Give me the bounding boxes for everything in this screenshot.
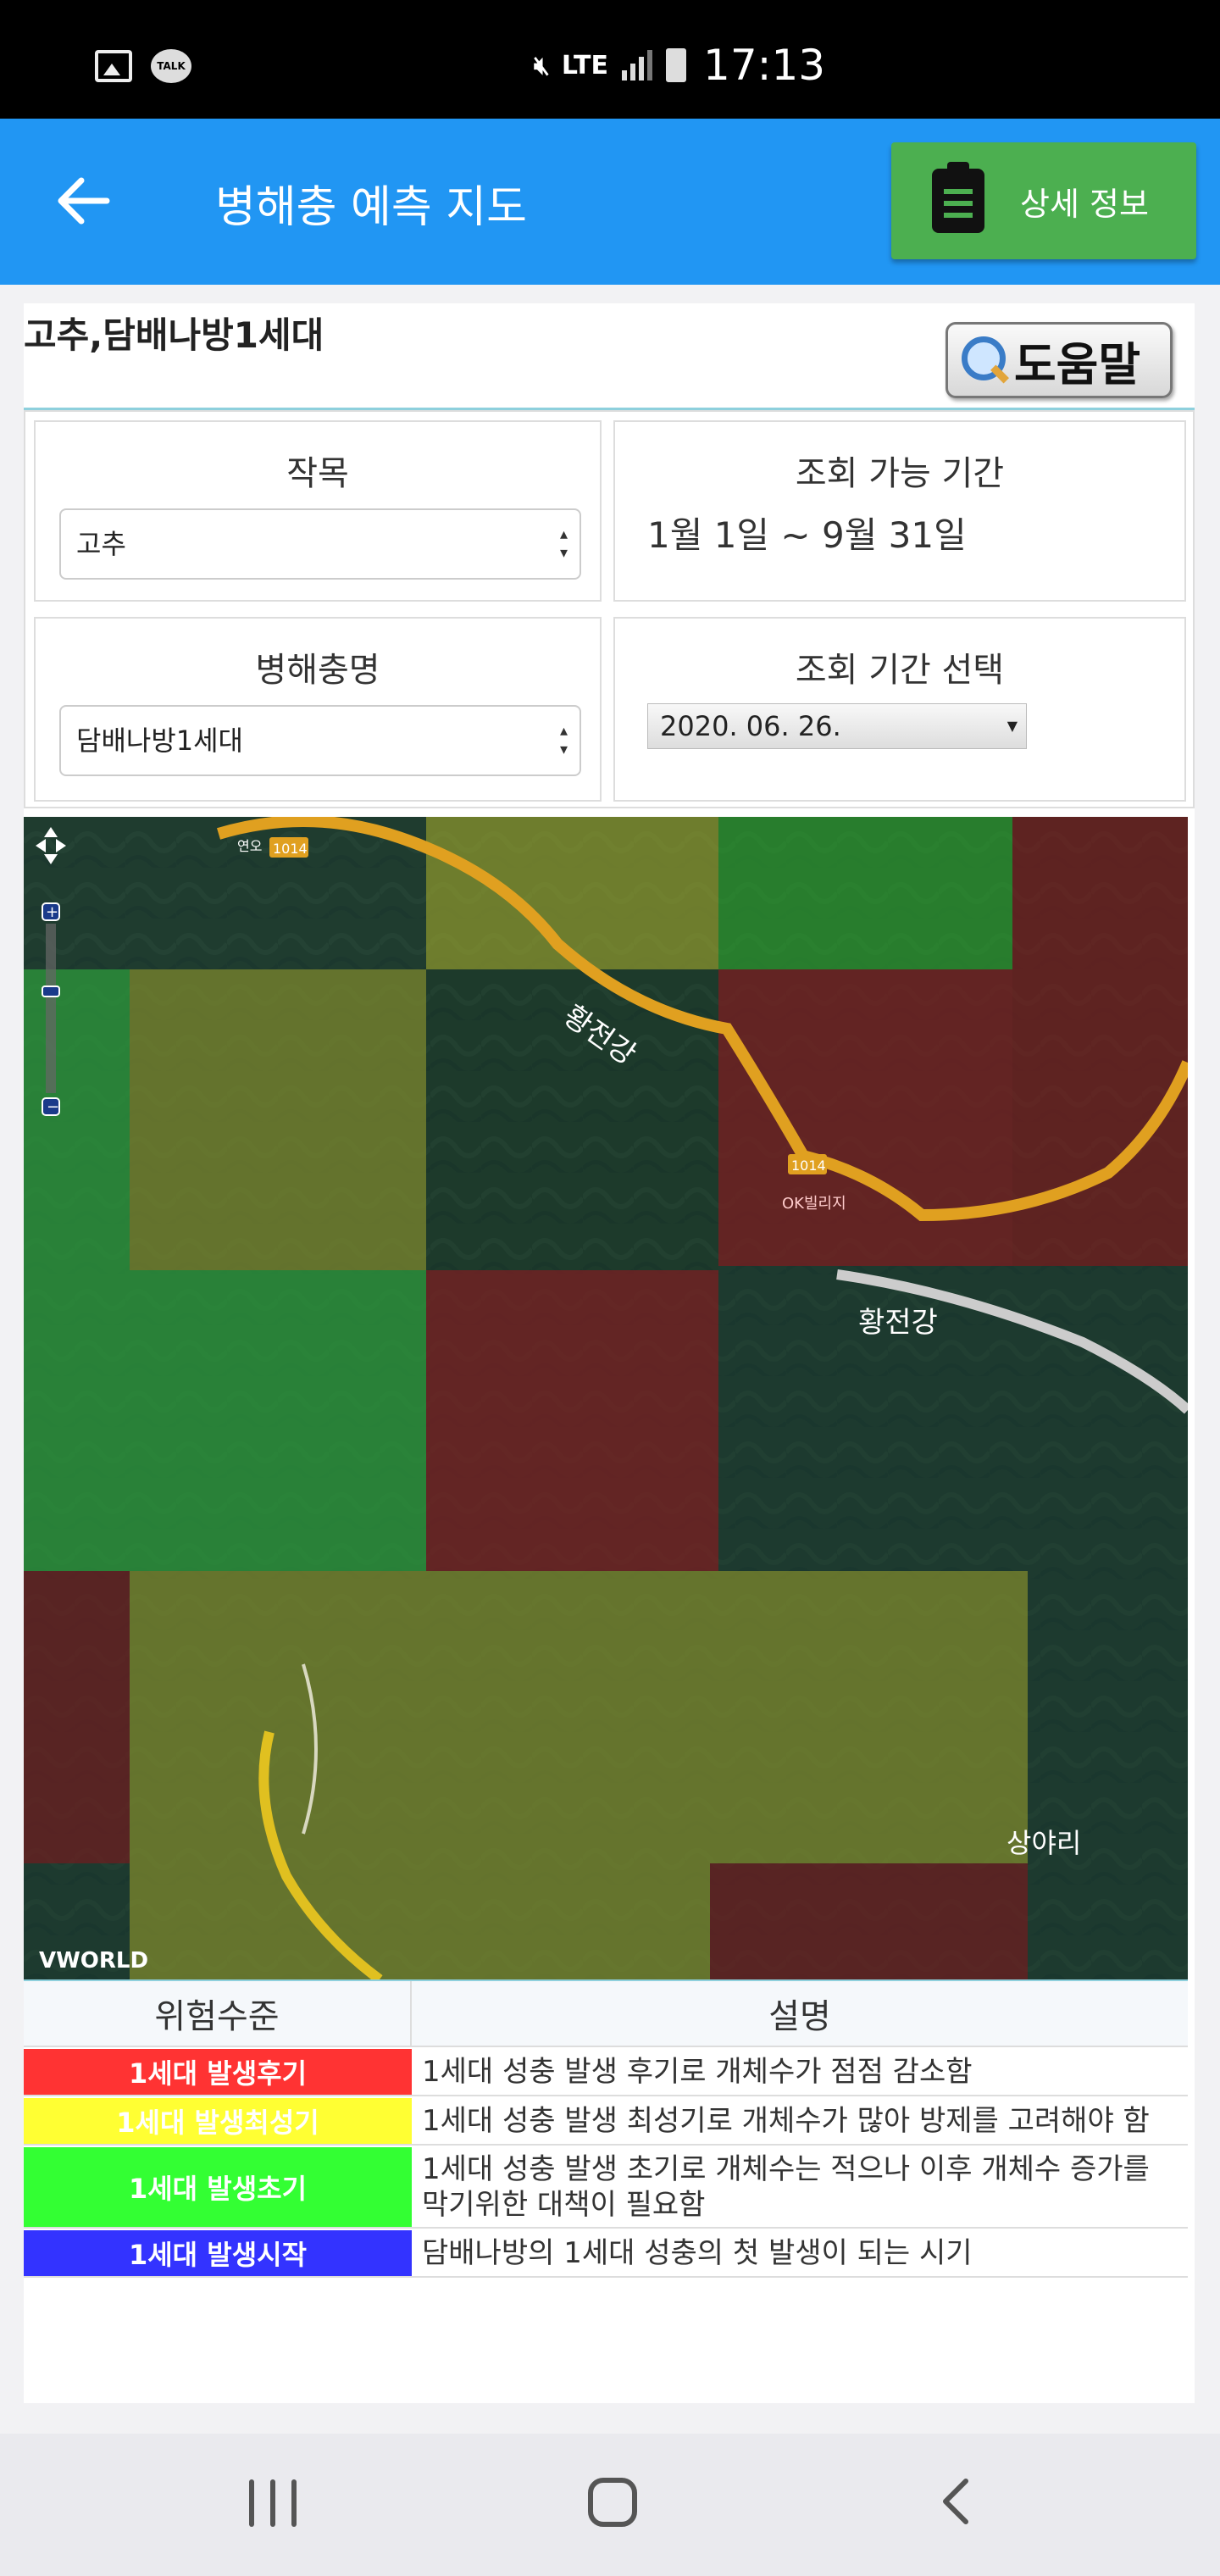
status-bar: TALK 🔇︎ LTE 17:13 [0, 0, 1220, 119]
available-period-value: 1월 1일 ~ 9월 31일 [647, 514, 967, 556]
date-select-value: 2020. 06. 26. [660, 710, 841, 742]
legend-row: 1세대 발생최성기 1세대 성충 발생 최성기로 개체수가 많아 방제를 고려해… [24, 2098, 1188, 2146]
legend-header: 위험수준 설명 [24, 1979, 1188, 2047]
road-number-text: 1014 [791, 1158, 826, 1174]
svg-text:+: + [46, 903, 58, 921]
clock: 17:13 [703, 41, 826, 90]
place-label-small: 연오 [237, 838, 262, 854]
grid-cell [718, 969, 1012, 1266]
pan-left-icon[interactable] [36, 839, 46, 852]
magnifier-icon [960, 336, 1007, 384]
header-row: 고추,담배나방1세대 도움말 [24, 303, 1195, 410]
pest-select-value: 담배나방1세대 [76, 724, 243, 757]
grid-cell [130, 969, 426, 1270]
select-arrows-icon: ▴ ▾ [559, 722, 568, 758]
talk-icon: TALK [151, 49, 191, 83]
crop-cell: 작목 고추 ▴ ▾ [34, 420, 602, 602]
back-icon[interactable] [932, 2476, 983, 2527]
pan-down-icon[interactable] [44, 854, 58, 864]
crop-select-value: 고추 [76, 528, 126, 560]
pest-label: 병해충명 [255, 651, 380, 690]
system-icons: 🔇︎ LTE 17:13 [534, 41, 825, 90]
detail-info-label: 상세 정보 [1020, 185, 1149, 223]
signal-icon [622, 50, 653, 80]
legend-desc: 1세대 성충 발생 초기로 개체수는 적으나 이후 개체수 증가를 막기위한 대… [422, 2152, 1150, 2222]
legend-level: 1세대 발생초기 [24, 2147, 412, 2227]
pest-select[interactable]: 담배나방1세대 ▴ ▾ [59, 705, 581, 776]
legend-level: 1세대 발생최성기 [24, 2098, 412, 2144]
clipboard-icon [932, 162, 984, 233]
zoom-handle[interactable] [42, 985, 60, 997]
app-bar: 병해충 예측 지도 상세 정보 [0, 119, 1220, 285]
help-button[interactable]: 도움말 [946, 322, 1173, 398]
crop-pest-title: 고추,담배나방1세대 [24, 314, 324, 356]
help-label: 도움말 [1014, 337, 1141, 391]
grid-cell [718, 817, 1012, 969]
grid-cell [718, 1266, 1188, 1571]
detail-info-button[interactable]: 상세 정보 [891, 142, 1196, 259]
village-label: OK빌리지 [782, 1195, 846, 1213]
grid-cell [130, 1863, 710, 1979]
zoom-control[interactable]: + − [34, 825, 68, 1181]
crop-label: 작목 [286, 454, 349, 493]
legend-header-desc: 설명 [768, 1997, 831, 2036]
legend-row: 1세대 발생초기 1세대 성충 발생 초기로 개체수는 적으나 이후 개체수 증… [24, 2147, 1188, 2229]
notification-icons: TALK [95, 49, 191, 83]
content-panel: 고추,담배나방1세대 도움말 작목 고추 ▴ ▾ 조회 가능 기간 1월 1일 ~… [24, 303, 1195, 2403]
map-canvas[interactable]: 1014 1014 황전강 황전강 OK빌리지 상야리 VWORLD 연오 [24, 817, 1188, 1979]
period-select-cell: 조회 기간 선택 2020. 06. 26. ▼ [613, 617, 1186, 802]
zoom-slider[interactable] [46, 924, 56, 1093]
legend-desc: 1세대 성충 발생 후기로 개체수가 점점 감소함 [422, 2055, 973, 2089]
pest-cell: 병해충명 담배나방1세대 ▴ ▾ [34, 617, 602, 802]
grid-cell [24, 817, 426, 969]
available-period-label: 조회 가능 기간 [795, 454, 1005, 493]
risk-map[interactable]: 1014 1014 황전강 황전강 OK빌리지 상야리 VWORLD 연오 + … [24, 817, 1188, 1979]
grid-cell [710, 1863, 1028, 1979]
legend-level: 1세대 발생시작 [24, 2230, 412, 2276]
lte-icon: LTE [561, 50, 609, 80]
back-arrow-icon[interactable] [54, 171, 114, 230]
place-label: 상야리 [1006, 1827, 1081, 1859]
grid-cell [426, 817, 718, 969]
legend-row: 1세대 발생후기 1세대 성충 발생 후기로 개체수가 점점 감소함 [24, 2049, 1188, 2096]
risk-legend: 위험수준 설명 1세대 발생후기 1세대 성충 발생 후기로 개체수가 점점 감… [24, 1979, 1188, 2278]
dropdown-arrow-icon: ▼ [1006, 718, 1018, 734]
available-period-cell: 조회 가능 기간 1월 1일 ~ 9월 31일 [613, 420, 1186, 602]
legend-desc: 담배나방의 1세대 성충의 첫 발생이 되는 시기 [422, 2236, 973, 2270]
date-select[interactable]: 2020. 06. 26. ▼ [647, 703, 1027, 749]
grid-cell [1028, 1571, 1188, 1979]
crop-select[interactable]: 고추 ▴ ▾ [59, 508, 581, 580]
legend-desc: 1세대 성충 발생 최성기로 개체수가 많아 방제를 고려해야 함 [422, 2104, 1150, 2138]
road-number-text: 1014 [273, 841, 308, 857]
gallery-icon [95, 50, 132, 82]
legend-header-level: 위험수준 [24, 1981, 412, 2046]
page-title: 병해충 예측 지도 [215, 182, 527, 233]
legend-row: 1세대 발생시작 담배나방의 1세대 성충의 첫 발생이 되는 시기 [24, 2230, 1188, 2278]
legend-level: 1세대 발생후기 [24, 2049, 412, 2095]
grid-cell [24, 1571, 130, 1863]
river-label: 황전강 [858, 1306, 938, 1340]
recent-apps-icon[interactable] [249, 2479, 297, 2527]
period-select-label: 조회 기간 선택 [795, 651, 1005, 690]
battery-icon [666, 48, 687, 82]
filter-grid: 작목 고추 ▴ ▾ 조회 가능 기간 1월 1일 ~ 9월 31일 병해충명 담배… [24, 410, 1195, 808]
system-nav-bar [0, 2434, 1220, 2576]
pan-right-icon[interactable] [56, 839, 66, 852]
svg-text:−: − [47, 1098, 59, 1116]
pan-up-icon[interactable] [44, 827, 58, 837]
mute-vibrate-icon: 🔇︎ [534, 50, 550, 80]
home-icon[interactable] [588, 2478, 637, 2527]
grid-cell [24, 1270, 426, 1571]
grid-cell [426, 1270, 718, 1571]
vworld-logo: VWORLD [39, 1948, 148, 1974]
select-arrows-icon: ▴ ▾ [559, 525, 568, 562]
